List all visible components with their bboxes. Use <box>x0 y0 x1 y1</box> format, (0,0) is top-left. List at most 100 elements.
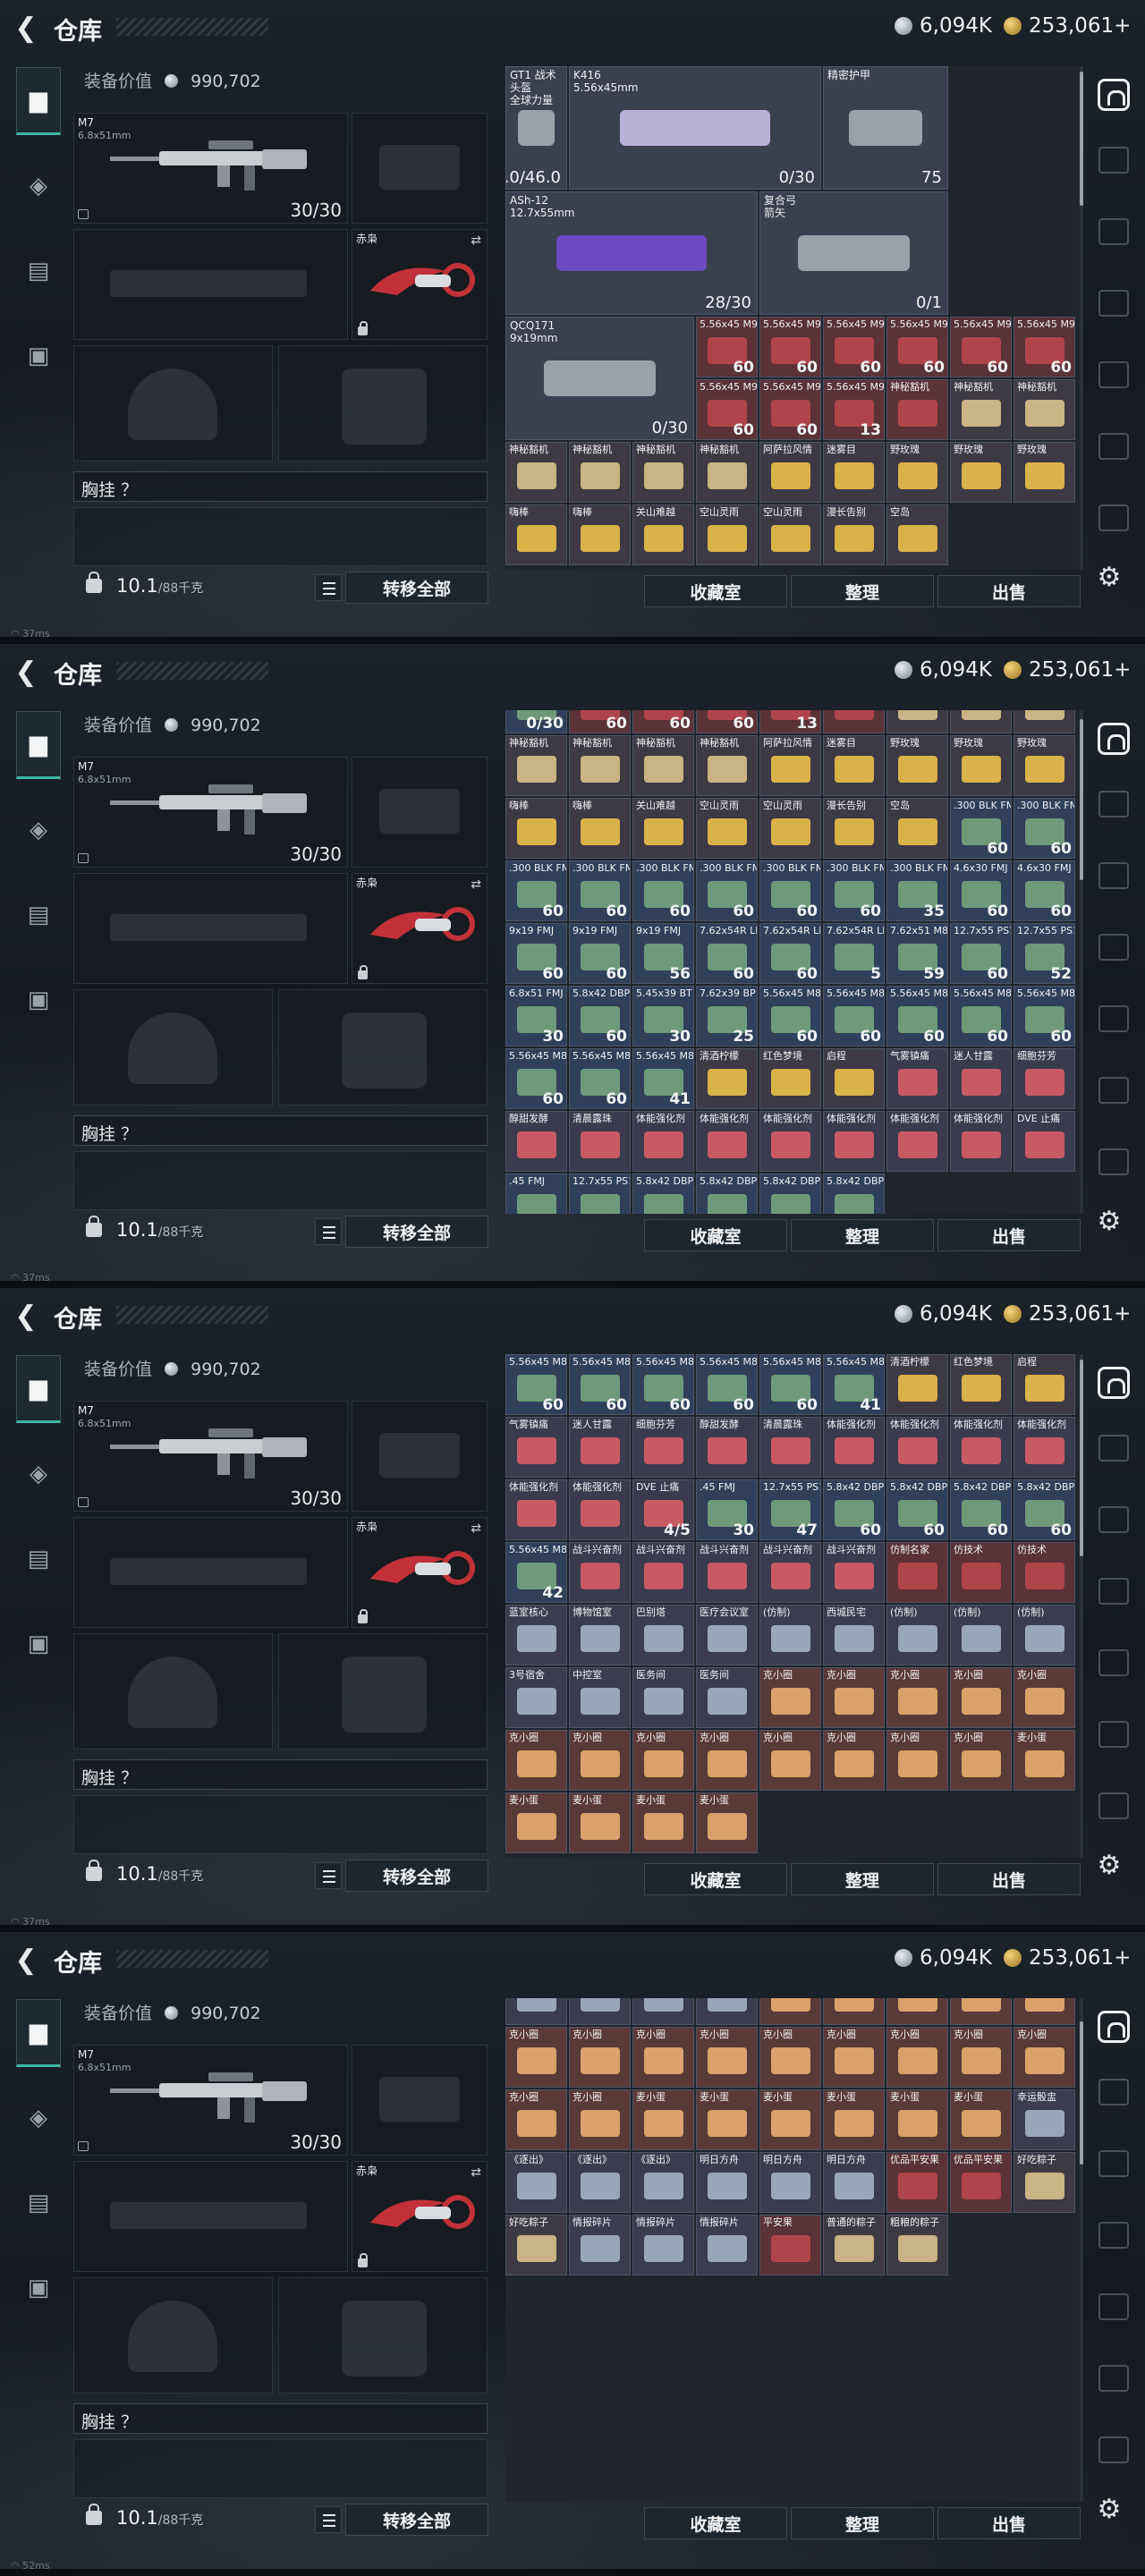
stash-item-cell[interactable]: 体能强化剂 <box>696 1111 758 1172</box>
stash-item-cell[interactable]: 克小圈 <box>1014 1667 1075 1728</box>
stash-item-cell[interactable]: 清晨露珠 <box>759 1417 821 1478</box>
chest-rig-row[interactable]: 胸挂 ？ <box>73 471 488 502</box>
stash-item-cell[interactable]: 12.7x55 PS12 <box>569 1174 631 1214</box>
stash-item-cell[interactable]: 5.8x42 DBP88 <box>823 1174 885 1214</box>
stash-item-cell[interactable]: 情报碎片 <box>696 2214 758 2275</box>
stash-item-cell[interactable]: 60 <box>569 710 631 733</box>
stash-item-cell[interactable] <box>505 1998 567 2025</box>
pistol-slot[interactable] <box>352 2045 488 2156</box>
stash-item-cell[interactable]: 启程 <box>1014 1354 1075 1415</box>
stash-item-cell[interactable]: 6.8x51 FMJ 30 <box>505 986 567 1046</box>
stash-item-cell[interactable]: 5.56x45 M855A1 60 <box>759 986 821 1046</box>
armor-slot[interactable] <box>278 1633 488 1750</box>
stash-item-cell[interactable]: 空山灵雨 <box>696 798 758 859</box>
secondary-weapon-slot[interactable] <box>73 873 348 984</box>
stash-item-cell[interactable]: 仿技术 <box>1014 1542 1075 1603</box>
stash-item-cell[interactable]: 体能强化剂 <box>823 1417 885 1478</box>
stash-item-cell[interactable]: 幸运骰盅 <box>1014 2089 1075 2150</box>
gear-icon[interactable]: ⚙ <box>1096 562 1123 593</box>
stash-item-cell[interactable]: 4.6x30 FMJ 60 <box>950 860 1012 921</box>
stash-item-cell[interactable]: 战斗兴奋剂 <box>569 1542 631 1603</box>
stash-item-cell[interactable]: 中控室 <box>569 1667 631 1728</box>
stash-item-cell[interactable]: 5.56x45 M855A1 60 <box>1014 986 1075 1046</box>
stash-item-cell[interactable]: 粗粮的粽子 <box>886 2214 948 2275</box>
stash-item-cell[interactable]: 神秘豁机 <box>569 442 631 503</box>
stash-item-cell[interactable]: 克小圈 <box>950 2026 1012 2088</box>
stash-item-cell[interactable]: 迷雾目 <box>823 442 885 503</box>
pistol-slot[interactable] <box>352 113 488 224</box>
stash-scroll-thumb[interactable] <box>1080 72 1083 206</box>
tab-weapons[interactable]: ▆ <box>16 67 61 135</box>
container-6-icon[interactable] <box>1098 1148 1129 1175</box>
stash-item-cell[interactable]: 情报碎片 <box>569 2214 631 2275</box>
stash-item-cell[interactable]: 空山灵雨 <box>696 504 758 565</box>
tab-clipboard[interactable]: ▤ <box>16 237 61 305</box>
home-icon[interactable] <box>1098 1367 1130 1399</box>
armor-slot[interactable] <box>278 2277 488 2394</box>
stash-item-cell[interactable]: 野玫瑰 <box>886 442 948 503</box>
container-3-icon[interactable] <box>1098 290 1129 317</box>
stash-item-cell[interactable]: 巴别塔 <box>632 1605 694 1665</box>
armor-slot[interactable] <box>278 345 488 462</box>
stash-item-cell[interactable]: 体能强化剂 <box>569 1479 631 1540</box>
stash-item-cell[interactable]: 体能强化剂 <box>886 1111 948 1172</box>
stash-item-cell[interactable]: 普通的粽子 <box>823 2214 885 2275</box>
chest-rig-row[interactable]: 胸挂 ？ <box>73 2403 488 2434</box>
stash-item-cell[interactable]: 7.62x54R LPS 60 <box>759 923 821 984</box>
stash-item-cell[interactable]: 体能强化剂 <box>759 1111 821 1172</box>
stash-item-cell[interactable]: 5.56x45 M855A1 41 <box>632 1048 694 1109</box>
primary-weapon-slot[interactable]: M7 6.8x51mm 30/30 <box>73 2045 348 2156</box>
stash-item-cell[interactable]: 《逐出》 <box>505 2151 567 2213</box>
stash-item-cell[interactable]: 体能强化剂 <box>1014 1417 1075 1478</box>
stash-item-cell[interactable]: 平安果 <box>759 2214 821 2275</box>
stash-item-cell[interactable]: 5.56x45 M855A1 60 <box>505 1354 567 1415</box>
stash-item-cell[interactable]: 红色梦境 <box>759 1048 821 1109</box>
container-5-icon[interactable] <box>1098 1077 1129 1104</box>
stash-item-cell[interactable]: 克小圈 <box>759 2026 821 2088</box>
stash-item-cell[interactable]: 麦小蛋 <box>696 1792 758 1853</box>
stash-item-cell[interactable]: 12.7x55 PS12 60 <box>950 923 1012 984</box>
stash-item-cell[interactable]: 5.8x42 DBP88 <box>632 1174 694 1214</box>
container-1-icon[interactable] <box>1098 2079 1129 2106</box>
stash-equipment-item[interactable]: K416 5.56x45mm 0/30 <box>569 66 821 190</box>
collection-room-button[interactable]: 收藏室 <box>644 1863 787 1895</box>
stash-item-cell[interactable]: 嗨棒 <box>569 504 631 565</box>
container-5-icon[interactable] <box>1098 433 1129 460</box>
stash-item-cell[interactable]: 医务间 <box>632 1667 694 1728</box>
stash-equipment-item[interactable]: GT1 战术头盔全球力量 46.0/46.0 <box>505 66 567 190</box>
container-4-icon[interactable] <box>1098 2293 1129 2320</box>
stash-item-cell[interactable]: (仿制) <box>950 1605 1012 1665</box>
stash-item-cell[interactable]: 战斗兴奋剂 <box>823 1542 885 1603</box>
stash-item-cell[interactable]: (仿制) <box>1014 1605 1075 1665</box>
stash-item-cell[interactable]: 0/30 <box>505 710 567 733</box>
stash-item-cell[interactable]: 麦小蛋 <box>950 2089 1012 2150</box>
stash-item-cell[interactable]: DVE 止痛 <box>1014 1111 1075 1172</box>
back-chevron-icon[interactable]: ❮ <box>13 1945 39 1976</box>
sell-button[interactable]: 出售 <box>937 2507 1081 2539</box>
stash-item-cell[interactable]: 5.45x39 BT 30 <box>632 986 694 1046</box>
stash-item-cell[interactable]: .300 BLK FMJ 60 <box>569 860 631 921</box>
stash-item-cell[interactable]: 野玫瑰 <box>950 735 1012 796</box>
back-chevron-icon[interactable]: ❮ <box>13 13 39 44</box>
stash-item-cell[interactable]: 神秘豁机 <box>696 442 758 503</box>
stash-item-cell[interactable]: 红色梦境 <box>950 1354 1012 1415</box>
stash-item-cell[interactable]: 克小圈 <box>759 1730 821 1791</box>
stash-equipment-item[interactable]: 精密护甲 75 <box>823 66 948 190</box>
container-2-icon[interactable] <box>1098 2150 1129 2177</box>
stash-item-cell[interactable]: 克小圈 <box>759 1667 821 1728</box>
stash-item-cell[interactable]: 神秘豁机 <box>505 442 567 503</box>
tab-armor[interactable]: ◈ <box>16 1440 61 1508</box>
stash-item-cell[interactable]: 克小圈 <box>823 1730 885 1791</box>
stash-item-cell[interactable]: 战斗兴奋剂 <box>759 1542 821 1603</box>
stash-item-cell[interactable]: 漫长告别 <box>823 798 885 859</box>
stash-item-cell[interactable]: 麦小蛋 <box>632 1792 694 1853</box>
stash-item-cell[interactable]: 醇甜发酵 <box>505 1111 567 1172</box>
swap-icon[interactable]: ⇄ <box>471 877 481 892</box>
back-chevron-icon[interactable]: ❮ <box>13 1301 39 1332</box>
stash-scroll-thumb[interactable] <box>1080 719 1083 880</box>
sort-button[interactable]: 整理 <box>791 1863 934 1895</box>
stash-item-cell[interactable]: 野玫瑰 <box>886 735 948 796</box>
stash-item-cell[interactable]: .300 BLK FMJ 60 <box>759 860 821 921</box>
stash-item-cell[interactable] <box>886 1998 948 2025</box>
stash-item-cell[interactable]: 麦小蛋 <box>823 2089 885 2150</box>
